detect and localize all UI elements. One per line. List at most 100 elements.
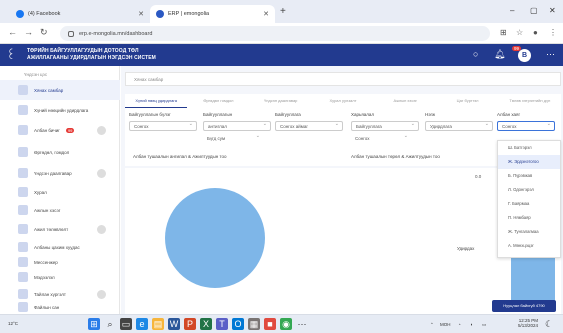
erp-icon	[156, 10, 164, 18]
category-label: Удирдах	[457, 246, 475, 251]
translate-icon[interactable]: ⊞	[500, 28, 507, 37]
org-select[interactable]: Сонгох аймаг	[275, 121, 343, 131]
sidebar-item-letters[interactable]: Албан бичиг 99	[0, 120, 120, 140]
taskbar: 12°C ⊞ ⌕ ▭ e ▤ W P X T O ▦ ■ ◉ ⋯ ⌃ МОН ◔…	[0, 314, 563, 333]
org-group-select[interactable]: Сонгох	[129, 121, 197, 131]
dropdown-option[interactable]: Г. Баярмаа	[498, 197, 560, 211]
back-icon[interactable]: ←	[8, 27, 17, 37]
letters-badge: 99	[65, 127, 75, 133]
complaint-icon	[18, 147, 28, 157]
expand-icon[interactable]	[97, 224, 106, 234]
tab-time[interactable]: Цаг бүртгэл	[436, 94, 498, 108]
app-header: ꒰ ТӨРИЙН БАЙГУУЛЛАГУУДЫН ДОТООД ТӨЛ АЖИЛ…	[0, 44, 563, 66]
url-input[interactable]: erp.e-mongolia.mn/dashboard	[60, 26, 490, 41]
tray-chevron-icon[interactable]: ⌃	[430, 322, 434, 328]
battery-icon[interactable]: ▭	[482, 322, 486, 328]
chart-title-left: Албан тушаалын ангилал & Ажилтуудын тоо	[133, 154, 227, 159]
dropdown-option[interactable]: Б. Пүрэвжав	[498, 169, 560, 183]
sidebar-item-tasks[interactable]: Үндсэн даалгавар	[0, 163, 120, 183]
expand-icon[interactable]	[97, 168, 106, 178]
tab-tasks[interactable]: Үндсэн даалгавар	[250, 94, 312, 108]
weather-text[interactable]: 12°C	[8, 321, 18, 326]
explorer-icon[interactable]: ▤	[152, 318, 164, 330]
menu-icon[interactable]: ⋮	[549, 28, 557, 37]
app-icon[interactable]: ▦	[248, 318, 260, 330]
expand-icon[interactable]	[97, 125, 106, 135]
reload-icon[interactable]: ↻	[40, 27, 48, 38]
dropdown-option[interactable]: П. Нямбаяр	[498, 211, 560, 225]
meeting-icon	[18, 187, 28, 197]
excel-icon[interactable]: X	[200, 318, 212, 330]
expand-icon[interactable]	[97, 289, 106, 299]
powerpoint-icon[interactable]: P	[184, 318, 196, 330]
hr-icon	[18, 105, 28, 115]
wifi-icon[interactable]: ◔	[458, 322, 461, 327]
files-icon	[18, 302, 28, 312]
sidebar-header: Үндсэн цэс	[24, 72, 48, 77]
org-class-select[interactable]: антиглал	[203, 121, 271, 131]
sidebar-item-workgroup[interactable]: Ажлын хэсэг	[0, 200, 120, 220]
teams-icon[interactable]: T	[216, 318, 228, 330]
tab-title: ERP | emongolia	[168, 11, 210, 17]
address-bar: ← → ↻ erp.e-mongolia.mn/dashboard ⊞ ☆ ● …	[0, 23, 563, 44]
close-icon[interactable]: ✕	[263, 10, 269, 18]
start-icon[interactable]: ⊞	[88, 318, 100, 330]
profile-icon[interactable]: ●	[533, 28, 538, 37]
filter-unit: Нэгж Удирдлага	[425, 112, 493, 131]
circle-icon[interactable]: ○	[473, 49, 478, 59]
chart-title-right: Албан тушаалын төрөл & Ажилтуудын тоо	[351, 154, 440, 159]
word-icon[interactable]: W	[168, 318, 180, 330]
avatar[interactable]: В	[518, 49, 531, 62]
edge-icon[interactable]: e	[136, 318, 148, 330]
sum-select[interactable]: Бүгд сум	[203, 133, 263, 143]
dropdown-option[interactable]: Ш. Батгэрэл	[498, 141, 560, 155]
jurisdiction-sub-select[interactable]: Сонгох	[351, 133, 411, 143]
more-icon[interactable]: ⋯	[546, 49, 555, 60]
dropdown-option[interactable]: Ж. Тунгалагмаа	[498, 225, 560, 239]
sidebar-item-hr[interactable]: Хүний нөөцийн удирдлага	[0, 100, 120, 120]
chrome-icon[interactable]: ◉	[280, 318, 292, 330]
maximize-icon[interactable]: ▢	[530, 6, 538, 15]
sidebar-item-planning[interactable]: Ажил төлөвлөлт	[0, 219, 120, 239]
volume-icon[interactable]: ◖	[470, 322, 473, 327]
tab-meetings[interactable]: Хурал уулзалт	[312, 94, 374, 108]
tab-facebook[interactable]: (4) Facebook ✕	[10, 5, 150, 23]
clock[interactable]: 12:25 PM 5/13/2024	[500, 318, 538, 328]
outlook-icon[interactable]: O	[232, 318, 244, 330]
notification-center-icon[interactable]: ☾	[543, 318, 555, 330]
sidebar-item-complaints[interactable]: Өргөдөл, гомдол	[0, 142, 120, 162]
dropdown-option[interactable]: Ж. Эрдэнэтогоо	[498, 155, 560, 169]
more-apps-icon[interactable]: ⋯	[296, 318, 308, 330]
bookmark-icon[interactable]: ☆	[516, 28, 523, 37]
pie-slice[interactable]	[165, 188, 265, 288]
dropdown-option[interactable]: Л. Одонгэрэл	[498, 183, 560, 197]
site-info-icon[interactable]	[68, 30, 74, 37]
tab-hr[interactable]: Хүний нөөц удирдлага	[125, 94, 188, 108]
tab-erp[interactable]: ERP | emongolia ✕	[150, 5, 275, 23]
filter-org-class: Байгууллагын антиглал Бүгд сум	[203, 112, 271, 143]
sidebar-item-meetings[interactable]: Хурал	[0, 182, 120, 202]
window-close-icon[interactable]: ✕	[549, 6, 556, 15]
url-text: erp.e-mongolia.mn/dashboard	[79, 30, 153, 37]
dropdown-option[interactable]: А. Мөнхцэцэг	[498, 239, 560, 253]
jurisdiction-select[interactable]: Байгууллага	[351, 121, 419, 131]
tab-workgroup[interactable]: Ажлын хэсэг	[374, 94, 436, 108]
tab-complaints[interactable]: Өргөдөл гомдол	[187, 94, 249, 108]
unit-select[interactable]: Удирдлага	[425, 121, 493, 131]
taskview-icon[interactable]: ▭	[120, 318, 132, 330]
status-toast[interactable]: Нууцлал байхгүй 4790	[492, 300, 556, 312]
language-indicator[interactable]: МОН	[440, 322, 451, 327]
x-tick-label: 0.0	[475, 174, 482, 179]
planning-icon	[18, 224, 28, 234]
sidebar-item-files[interactable]: Файлын сан	[0, 300, 120, 314]
forward-icon[interactable]: →	[24, 27, 33, 37]
position-select[interactable]: Сонгох	[497, 121, 555, 131]
bell-icon[interactable]: 🔔︎	[494, 49, 505, 60]
new-tab-button[interactable]: +	[280, 6, 286, 17]
app-icon[interactable]: ■	[264, 318, 276, 330]
tab-status[interactable]: Төлөв хэтрэлтийн дүн	[499, 94, 561, 108]
sidebar-item-dashboard[interactable]: Хянах самбар	[0, 80, 120, 100]
search-icon[interactable]: ⌕	[104, 318, 116, 330]
minimize-icon[interactable]: –	[510, 6, 514, 15]
close-icon[interactable]: ✕	[138, 10, 144, 18]
